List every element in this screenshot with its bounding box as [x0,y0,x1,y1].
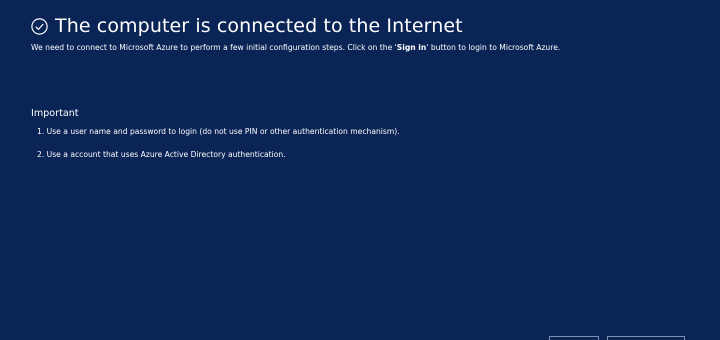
setup-screen: The computer is connected to the Interne… [0,0,720,340]
page-title: The computer is connected to the Interne… [55,15,463,37]
sign-in-button[interactable] [607,336,685,340]
page-description: We need to connect to Microsoft Azure to… [31,42,560,54]
important-item-2: 2. Use a account that uses Azure Active … [37,150,286,159]
important-heading: Important [31,108,79,119]
title-row: The computer is connected to the Interne… [31,14,463,38]
check-circle-icon [31,17,48,35]
description-text-end: ' button to login to Microsoft Azure. [426,43,561,52]
back-button[interactable] [549,336,599,340]
important-item-1: 1. Use a user name and password to login… [37,127,400,136]
description-text-start: We need to connect to Microsoft Azure to… [31,43,397,52]
sign-in-emphasis: Sign in [396,43,427,52]
